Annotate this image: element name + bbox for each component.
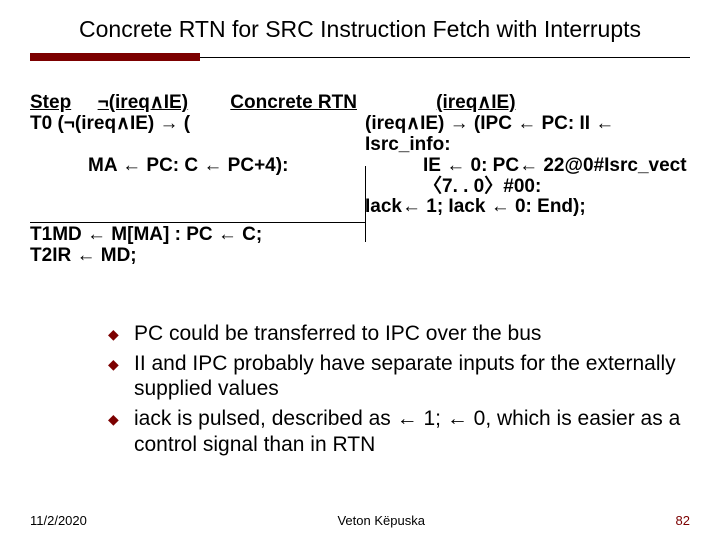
bullet-text: iack is pulsed, described as ← 1; ← 0, w… xyxy=(134,406,690,457)
bullet-icon: ◆ xyxy=(108,321,134,347)
t2-label: T2 xyxy=(30,246,52,267)
col-step: Step xyxy=(30,93,71,114)
bullet-text: PC could be transferred to IPC over the … xyxy=(134,321,690,347)
horizontal-divider xyxy=(30,222,365,223)
t0-right2: IE ← 0: PC← 22@0#Isrc_vect〈7. . 0〉#00: xyxy=(423,156,690,198)
t2-text: IR ← MD; xyxy=(52,246,136,267)
rtn-body: Step ¬(ireq∧IE) Concrete RTN (ireq∧IE) T… xyxy=(30,93,690,267)
col-concrete: Concrete RTN xyxy=(230,93,357,114)
column-divider xyxy=(365,166,366,242)
footer-date: 11/2/2020 xyxy=(30,513,87,528)
t0-left2: MA ← PC: C ← PC+4): xyxy=(88,156,423,198)
title-underline xyxy=(30,53,690,61)
t0-right3: Iack← 1; Iack ← 0: End); xyxy=(365,197,690,218)
bullet-icon: ◆ xyxy=(108,406,134,457)
t1-label: T1 xyxy=(30,225,52,246)
bullet-list: ◆ PC could be transferred to IPC over th… xyxy=(108,321,690,457)
t0-label: T0 xyxy=(30,113,52,134)
slide-title: Concrete RTN for SRC Instruction Fetch w… xyxy=(30,10,690,47)
footer-page: 82 xyxy=(676,513,690,528)
col-notireq: ¬(ireq∧IE) xyxy=(98,93,188,114)
bullet-icon: ◆ xyxy=(108,351,134,402)
bullet-text: II and IPC probably have separate inputs… xyxy=(134,351,690,402)
t0-right1: (ireq∧IE) → (IPC ← PC: II ← Isrc_info: xyxy=(365,114,690,156)
footer: 11/2/2020 Veton Këpuska 82 xyxy=(30,513,690,528)
footer-author: Veton Këpuska xyxy=(337,513,424,528)
t1-text: MD ← M[MA] : PC ← C; xyxy=(52,225,262,246)
col-ireq: (ireq∧IE) xyxy=(436,93,515,114)
t0-left1: (¬(ireq∧IE) → ( xyxy=(57,113,190,134)
